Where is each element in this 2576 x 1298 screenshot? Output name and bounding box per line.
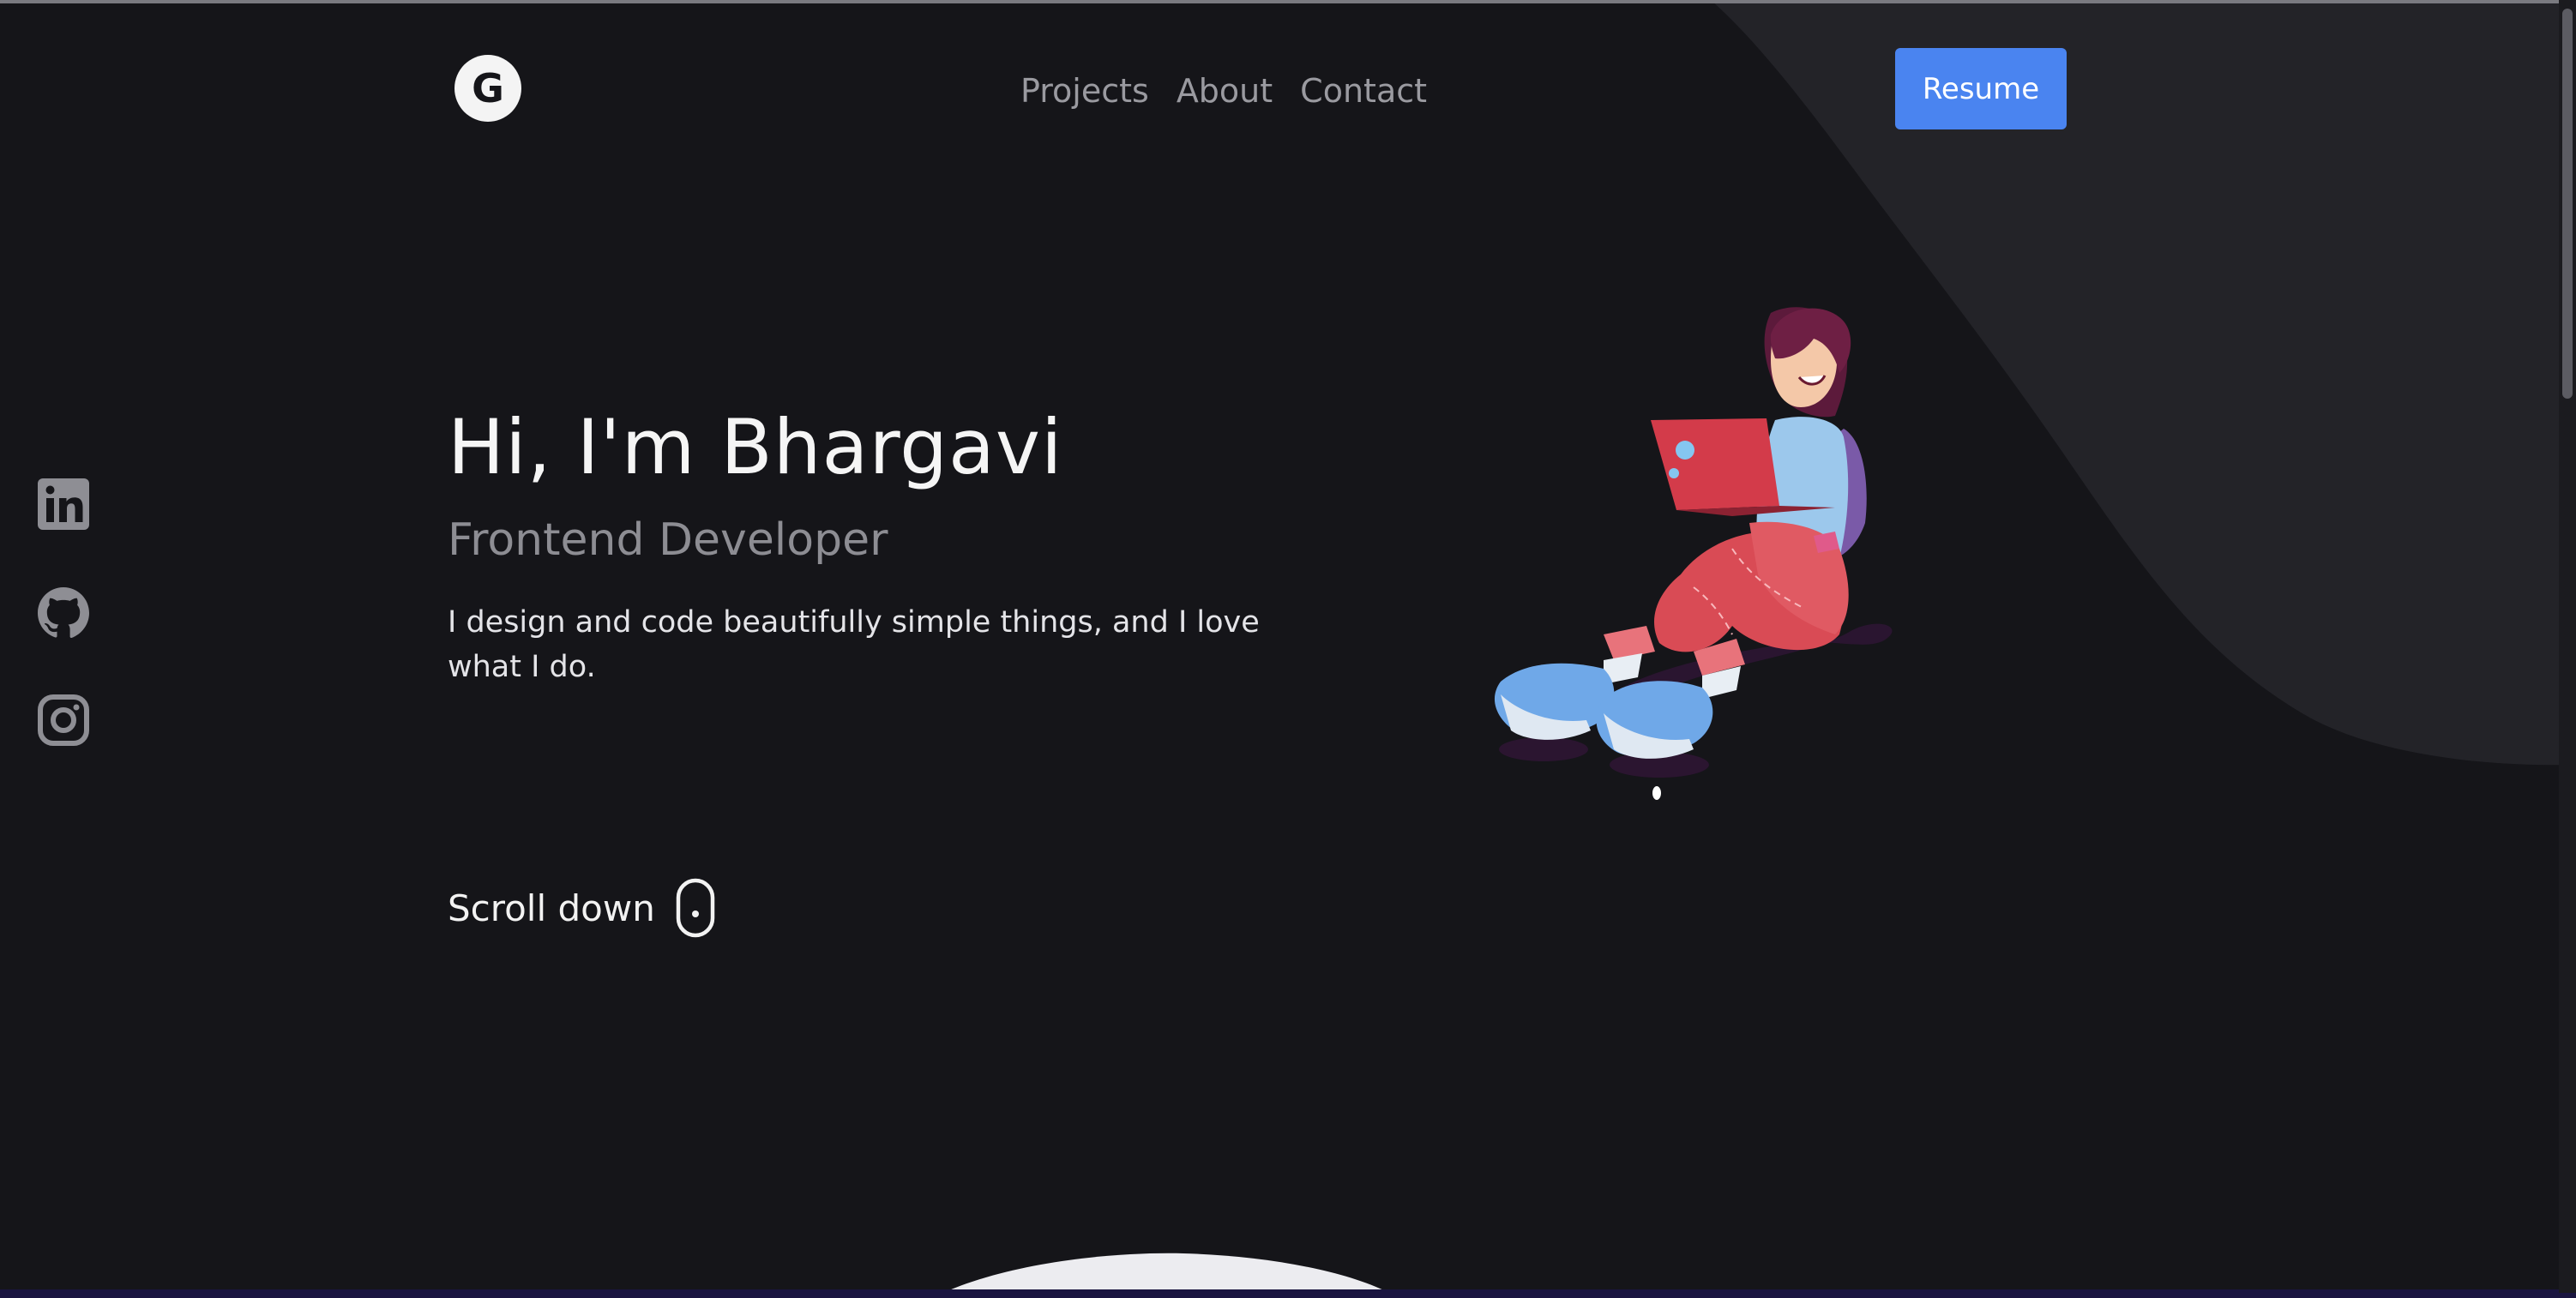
developer-girl-illustration (1494, 307, 1893, 800)
resume-button[interactable]: Resume (1895, 48, 2067, 129)
nav-link-about[interactable]: About (1177, 72, 1273, 110)
hero-title: Hi, I'm Bhargavi (448, 403, 1063, 491)
instagram-icon[interactable] (36, 693, 91, 748)
github-icon[interactable] (36, 585, 91, 640)
scrollbar-thumb[interactable] (2562, 9, 2573, 399)
scroll-down-label: Scroll down (448, 886, 655, 929)
main-nav: Projects About Contact (1020, 65, 1427, 117)
nav-link-contact[interactable]: Contact (1300, 72, 1427, 110)
mouse-icon (676, 878, 715, 938)
linkedin-icon[interactable] (36, 477, 91, 532)
hero-subtitle: Frontend Developer (448, 514, 888, 566)
window-top-edge (0, 0, 2576, 3)
scroll-down-link[interactable]: Scroll down (448, 878, 715, 938)
logo[interactable]: G (454, 55, 521, 122)
nav-link-projects[interactable]: Projects (1020, 72, 1149, 110)
logo-letter: G (472, 65, 504, 111)
viewport: G Projects About Contact Resume Hi, I'm … (0, 0, 2576, 1298)
hero-description: I design and code beautifully simple thi… (448, 605, 1260, 684)
bottom-section-edge (0, 1289, 2576, 1298)
scrollbar[interactable] (2559, 0, 2576, 1293)
